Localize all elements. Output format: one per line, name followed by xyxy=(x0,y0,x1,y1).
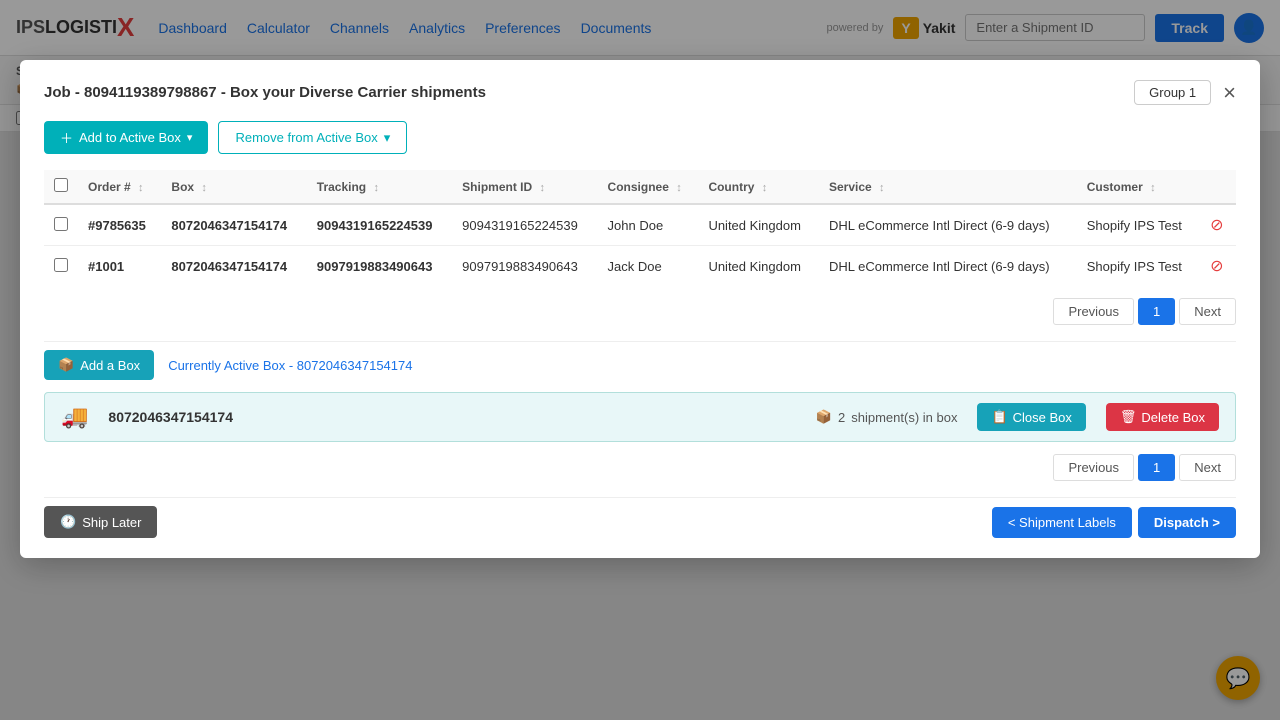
modal-header: Job - 8094119389798867 - Box your Divers… xyxy=(44,80,1236,105)
active-box-text: Currently Active Box - 8072046347154174 xyxy=(168,358,412,373)
box-shipments-info: 📦 2 shipment(s) in box xyxy=(816,409,958,425)
customer-1: Shopify IPS Test xyxy=(1077,246,1200,287)
add-a-box-button[interactable]: 📦 Add a Box xyxy=(44,350,154,380)
box-truck-icon: 🚚 xyxy=(61,404,88,430)
service-1: DHL eCommerce Intl Direct (6-9 days) xyxy=(819,246,1077,287)
dispatch-button[interactable]: Dispatch > xyxy=(1138,507,1236,538)
shipment-id-1: 9097919883490643 xyxy=(452,246,597,287)
close-box-label: Close Box xyxy=(1013,410,1072,425)
modal: Job - 8094119389798867 - Box your Divers… xyxy=(20,60,1260,558)
consignee-0: John Doe xyxy=(598,204,699,246)
box-add-icon: 📦 xyxy=(58,357,74,373)
remove-row-icon-1[interactable]: ⊘ xyxy=(1210,258,1223,275)
order-number-0: #9785635 xyxy=(78,204,161,246)
box-1: 8072046347154174 xyxy=(161,246,306,287)
th-consignee: Consignee ↕ xyxy=(598,170,699,204)
service-0: DHL eCommerce Intl Direct (6-9 days) xyxy=(819,204,1077,246)
orders-next-button[interactable]: Next xyxy=(1179,298,1236,325)
country-1: United Kingdom xyxy=(698,246,819,287)
boxes-page-1-button[interactable]: 1 xyxy=(1138,454,1175,481)
th-order: Order # ↕ xyxy=(78,170,161,204)
modal-overlay: Job - 8094119389798867 - Box your Divers… xyxy=(0,0,1280,720)
bottom-actions: 🕐 Ship Later < Shipment Labels Dispatch … xyxy=(44,506,1236,538)
ship-later-label: Ship Later xyxy=(82,515,141,530)
shipment-labels-button[interactable]: < Shipment Labels xyxy=(992,507,1132,538)
close-box-button[interactable]: 📋 Close Box xyxy=(977,403,1085,431)
remove-row-icon-0[interactable]: ⊘ xyxy=(1210,217,1223,234)
remove-from-active-box-label: Remove from Active Box xyxy=(235,130,377,145)
select-all-orders-checkbox[interactable] xyxy=(54,178,68,192)
delete-box-label: Delete Box xyxy=(1141,410,1205,425)
modal-close-button[interactable]: × xyxy=(1223,82,1236,104)
order-number-1: #1001 xyxy=(78,246,161,287)
delete-box-icon: 🗑 xyxy=(1120,409,1137,425)
box-row: 🚚 8072046347154174 📦 2 shipment(s) in bo… xyxy=(44,392,1236,442)
modal-title: Job - 8094119389798867 - Box your Divers… xyxy=(44,84,486,101)
orders-page-1-button[interactable]: 1 xyxy=(1138,298,1175,325)
th-country: Country ↕ xyxy=(698,170,819,204)
boxes-pagination: Previous 1 Next xyxy=(44,454,1236,481)
box-shipments-label: shipment(s) in box xyxy=(851,410,957,425)
th-box: Box ↕ xyxy=(161,170,306,204)
box-icon2: 📦 xyxy=(816,409,832,425)
table-row: #1001 8072046347154174 9097919883490643 … xyxy=(44,246,1236,287)
add-to-active-box-button[interactable]: ＋ Add to Active Box ▾ xyxy=(44,121,208,154)
th-shipment-id: Shipment ID ↕ xyxy=(452,170,597,204)
add-dropdown-arrow-icon: ▾ xyxy=(187,131,193,144)
boxes-previous-button[interactable]: Previous xyxy=(1053,454,1134,481)
clock-icon: 🕐 xyxy=(60,514,76,530)
tracking-0: 9094319165224539 xyxy=(307,204,452,246)
shipment-labels-label: < Shipment Labels xyxy=(1008,515,1116,530)
add-icon: ＋ xyxy=(60,128,73,147)
right-action-buttons: < Shipment Labels Dispatch > xyxy=(992,507,1236,538)
tracking-1: 9097919883490643 xyxy=(307,246,452,287)
remove-from-active-box-button[interactable]: Remove from Active Box ▾ xyxy=(218,121,407,154)
add-to-active-box-label: Add to Active Box xyxy=(79,130,181,145)
orders-pagination: Previous 1 Next xyxy=(44,298,1236,325)
customer-0: Shopify IPS Test xyxy=(1077,204,1200,246)
th-checkbox xyxy=(44,170,78,204)
table-header-row: Order # ↕ Box ↕ Tracking ↕ Shipment ID ↕… xyxy=(44,170,1236,204)
group-badge: Group 1 xyxy=(1134,80,1211,105)
remove-dropdown-arrow-icon: ▾ xyxy=(384,130,391,146)
box-0: 8072046347154174 xyxy=(161,204,306,246)
th-action xyxy=(1200,170,1236,204)
box-shipments-count: 2 xyxy=(838,410,845,425)
consignee-1: Jack Doe xyxy=(598,246,699,287)
table-row: #9785635 8072046347154174 90943191652245… xyxy=(44,204,1236,246)
boxes-next-button[interactable]: Next xyxy=(1179,454,1236,481)
th-service: Service ↕ xyxy=(819,170,1077,204)
th-customer: Customer ↕ xyxy=(1077,170,1200,204)
row-checkbox-0[interactable] xyxy=(54,217,68,231)
delete-box-button[interactable]: 🗑 Delete Box xyxy=(1106,403,1219,431)
dispatch-label: Dispatch > xyxy=(1154,515,1220,530)
row-checkbox-1[interactable] xyxy=(54,258,68,272)
th-tracking: Tracking ↕ xyxy=(307,170,452,204)
ship-later-button[interactable]: 🕐 Ship Later xyxy=(44,506,157,538)
orders-previous-button[interactable]: Previous xyxy=(1053,298,1134,325)
orders-table: Order # ↕ Box ↕ Tracking ↕ Shipment ID ↕… xyxy=(44,170,1236,286)
close-box-icon: 📋 xyxy=(991,409,1007,425)
action-buttons: ＋ Add to Active Box ▾ Remove from Active… xyxy=(44,121,1236,154)
country-0: United Kingdom xyxy=(698,204,819,246)
shipment-id-0: 9094319165224539 xyxy=(452,204,597,246)
box-id: 8072046347154174 xyxy=(108,409,795,425)
add-a-box-label: Add a Box xyxy=(80,358,140,373)
add-box-row: 📦 Add a Box Currently Active Box - 80720… xyxy=(44,350,1236,380)
